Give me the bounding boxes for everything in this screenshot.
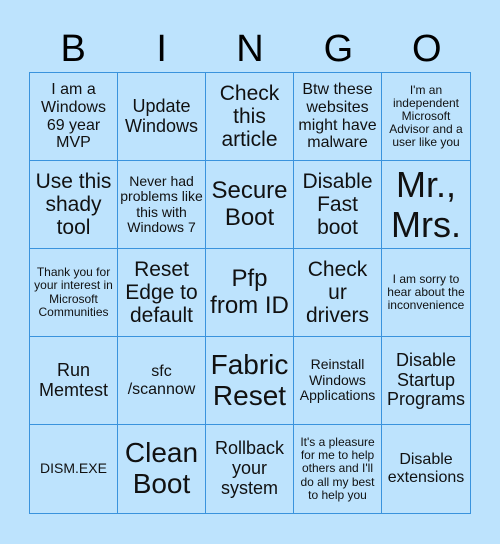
header-letter-n: N [236,28,264,70]
bingo-cell[interactable]: I'm an independent Microsoft Advisor and… [382,73,470,161]
header-letter-o: O [412,28,442,70]
bingo-board: I am a Windows 69 year MVP Update Window… [29,72,471,514]
bingo-cell[interactable]: Never had problems like this with Window… [118,161,206,249]
bingo-cell[interactable]: I am sorry to hear about the inconvenien… [382,249,470,337]
bingo-cell[interactable]: It's a pleasure for me to help others an… [294,425,382,513]
bingo-header: B I N G O [29,27,471,72]
bingo-cell[interactable]: sfc /scannow [118,337,206,425]
bingo-cell[interactable]: Disable extensions [382,425,470,513]
bingo-cell[interactable]: Mr., Mrs. [382,161,470,249]
bingo-cell[interactable]: Reset Edge to default [118,249,206,337]
header-letter-b: B [60,28,86,70]
header-letter-g: G [323,28,354,70]
bingo-cell[interactable]: Check this article [206,73,294,161]
bingo-cell[interactable]: Pfp from ID [206,249,294,337]
bingo-cell[interactable]: DISM.EXE [30,425,118,513]
bingo-cell[interactable]: Thank you for your interest in Microsoft… [30,249,118,337]
bingo-cell[interactable]: Rollback your system [206,425,294,513]
bingo-cell[interactable]: Run Memtest [30,337,118,425]
bingo-cell[interactable]: Update Windows [118,73,206,161]
bingo-cell[interactable]: Fabric Reset [206,337,294,425]
bingo-cell[interactable]: Btw these websites might have malware [294,73,382,161]
header-letter-i: I [156,28,167,70]
bingo-cell[interactable]: Check ur drivers [294,249,382,337]
bingo-cell[interactable]: Disable Fast boot [294,161,382,249]
bingo-cell[interactable]: Disable Startup Programs [382,337,470,425]
bingo-cell[interactable]: Clean Boot [118,425,206,513]
bingo-cell[interactable]: Reinstall Windows Applications [294,337,382,425]
bingo-cell[interactable]: Secure Boot [206,161,294,249]
bingo-cell[interactable]: Use this shady tool [30,161,118,249]
bingo-cell[interactable]: I am a Windows 69 year MVP [30,73,118,161]
